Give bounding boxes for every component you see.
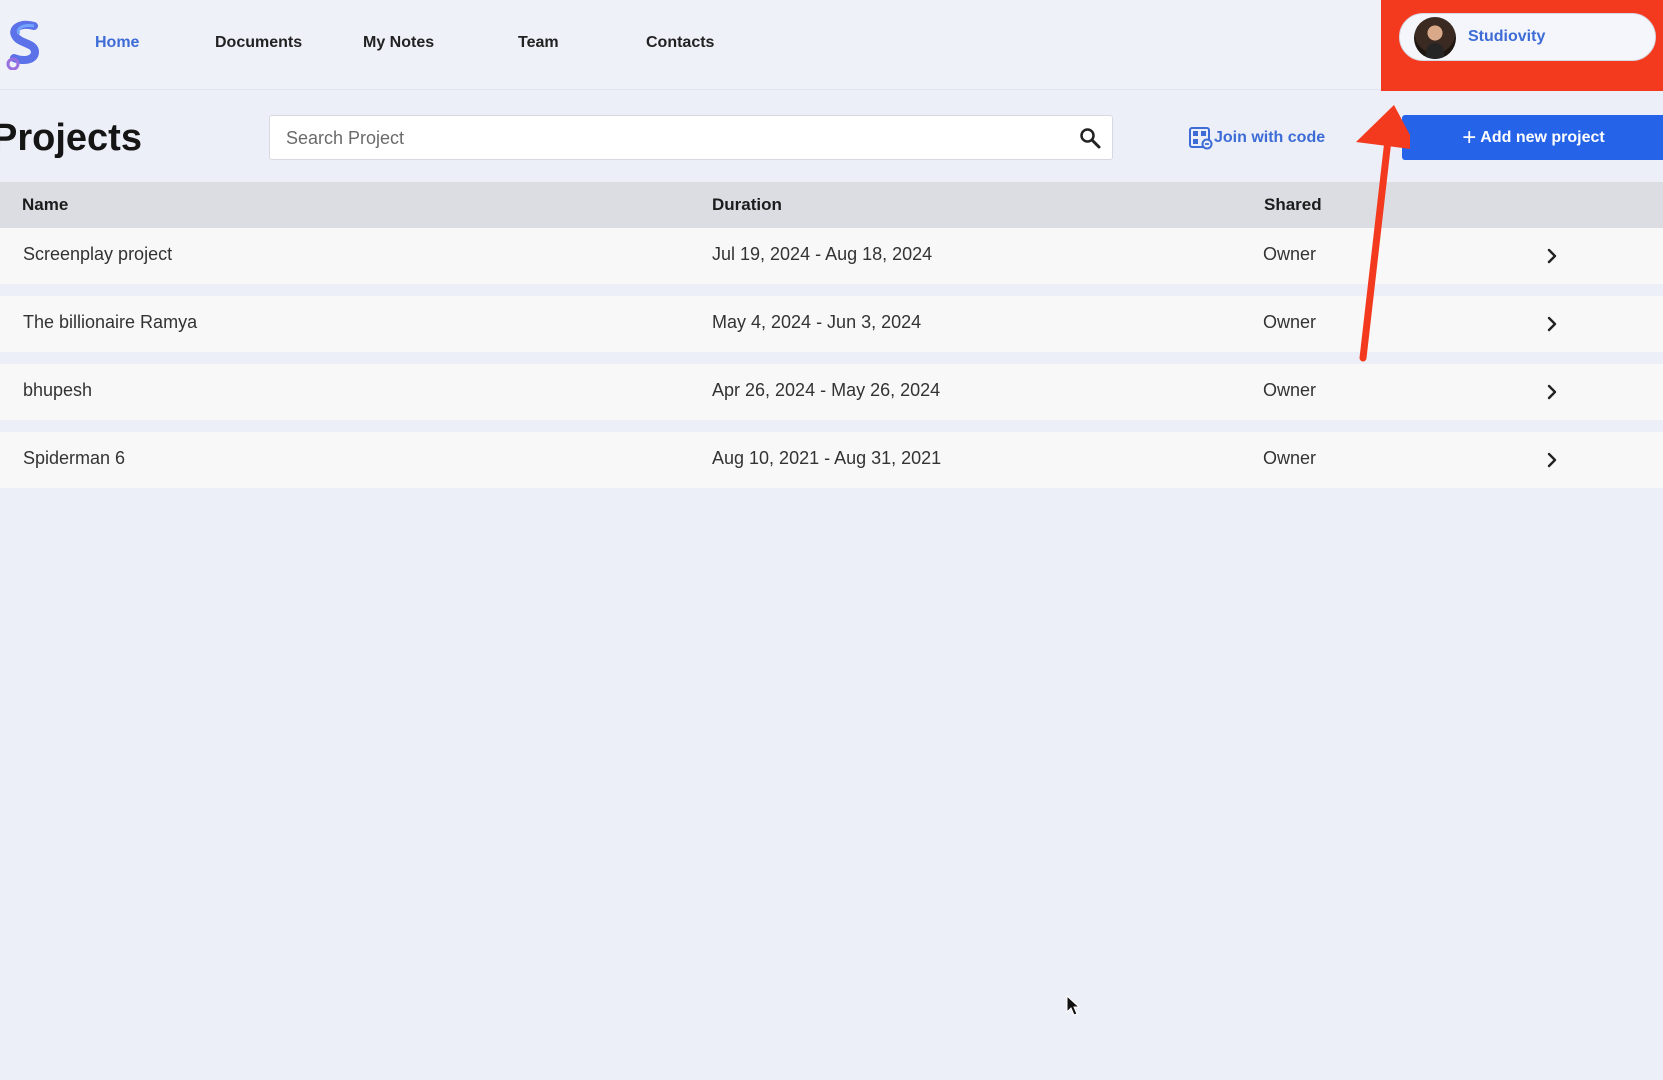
project-shared: Owner: [1263, 244, 1317, 264]
project-name: bhupesh: [23, 380, 93, 400]
nav-my-notes[interactable]: My Notes: [363, 34, 434, 52]
column-header-name: Name: [22, 195, 69, 214]
project-duration: May 4, 2024 - Jun 3, 2024: [712, 312, 922, 332]
project-shared: Owner: [1263, 312, 1317, 332]
plus-icon: +: [1462, 123, 1477, 151]
mouse-cursor-icon: [1066, 995, 1080, 1016]
chevron-right-icon[interactable]: [1541, 313, 1563, 335]
search-icon[interactable]: [1078, 126, 1102, 150]
chevron-right-icon[interactable]: [1541, 245, 1563, 267]
table-row[interactable]: bhupesh Apr 26, 2024 - May 26, 2024 Owne…: [0, 364, 1663, 420]
page-title: Projects: [0, 117, 142, 159]
project-duration: Apr 26, 2024 - May 26, 2024: [712, 380, 941, 400]
join-with-code-button[interactable]: Join with code: [1188, 124, 1325, 152]
chevron-right-icon[interactable]: [1541, 449, 1563, 471]
add-new-project-button[interactable]: + Add new project: [1402, 115, 1663, 160]
table-row[interactable]: Spiderman 6 Aug 10, 2021 - Aug 31, 2021 …: [0, 432, 1663, 488]
table-row[interactable]: Screenplay project Jul 19, 2024 - Aug 18…: [0, 228, 1663, 284]
add-new-project-label: Add new project: [1480, 128, 1605, 146]
avatar: [1414, 17, 1456, 59]
profile-name: Studiovity: [1468, 28, 1546, 45]
search-input[interactable]: [284, 116, 1058, 161]
profile-menu-button[interactable]: Studiovity: [1399, 13, 1656, 61]
join-with-code-label: Join with code: [1214, 129, 1326, 146]
studiovity-logo-icon[interactable]: [4, 20, 44, 70]
project-name: Spiderman 6: [23, 448, 126, 468]
join-code-icon: [1189, 127, 1213, 150]
nav-contacts[interactable]: Contacts: [646, 34, 714, 52]
project-name: The billionaire Ramya: [23, 312, 198, 332]
project-shared: Owner: [1263, 380, 1317, 400]
nav-home[interactable]: Home: [95, 34, 139, 52]
profile-highlight-box: Studiovity: [1381, 0, 1663, 91]
search-box: [269, 115, 1113, 161]
project-shared: Owner: [1263, 448, 1317, 468]
table-header: Name Duration Shared: [0, 182, 1663, 228]
column-header-shared: Shared: [1264, 195, 1322, 214]
table-row[interactable]: The billionaire Ramya May 4, 2024 - Jun …: [0, 296, 1663, 352]
chevron-right-icon[interactable]: [1541, 381, 1563, 403]
project-duration: Aug 10, 2021 - Aug 31, 2021: [712, 448, 942, 468]
nav-team[interactable]: Team: [518, 34, 559, 52]
project-duration: Jul 19, 2024 - Aug 18, 2024: [712, 244, 933, 264]
column-header-duration: Duration: [712, 195, 782, 214]
nav-documents[interactable]: Documents: [215, 34, 302, 52]
projects-table: Name Duration Shared Screenplay project …: [0, 182, 1663, 500]
project-name: Screenplay project: [23, 244, 173, 264]
